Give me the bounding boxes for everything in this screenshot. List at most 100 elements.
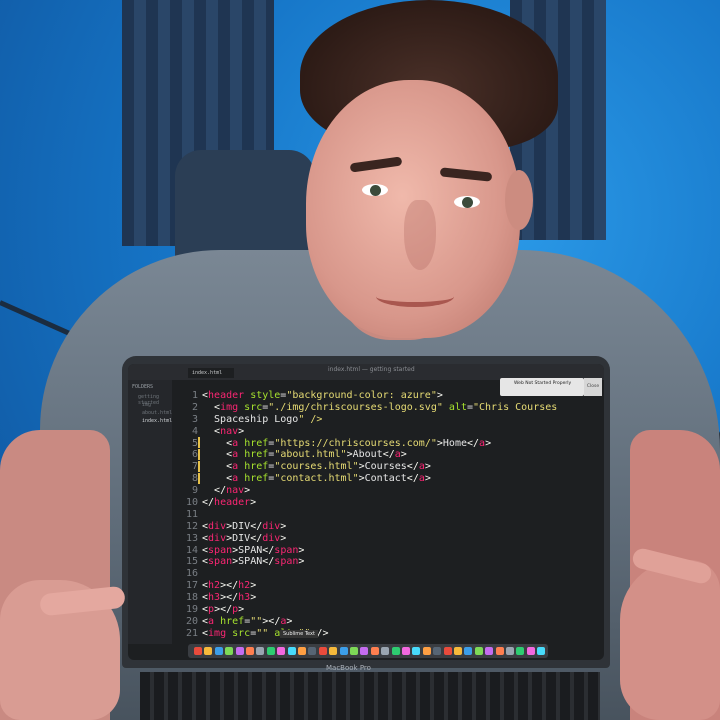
dock-app-icon[interactable] bbox=[360, 647, 369, 655]
line-number: 12 bbox=[185, 520, 198, 532]
dock-app-icon[interactable] bbox=[464, 647, 473, 655]
line-number: 6 bbox=[191, 449, 198, 461]
dock-app-icon[interactable] bbox=[298, 647, 306, 655]
dock-app-icon[interactable] bbox=[350, 647, 358, 655]
line-number: 20 bbox=[185, 615, 198, 627]
keyboard bbox=[140, 672, 600, 720]
dock-app-icon[interactable] bbox=[454, 647, 462, 655]
code-line: <div>DIV</div> bbox=[202, 520, 287, 532]
code-line: <div>DIV</div> bbox=[202, 532, 287, 544]
code-line: Spaceship Logo" /> bbox=[202, 413, 323, 425]
dock-app-icon[interactable] bbox=[526, 647, 535, 655]
person-ear bbox=[505, 170, 533, 230]
dock-app-icon[interactable] bbox=[266, 647, 275, 655]
line-number: 17 bbox=[185, 580, 198, 592]
code-line: </nav> bbox=[214, 485, 251, 497]
gutter-marker bbox=[198, 449, 200, 460]
code-area[interactable]: <header style="background-color: azure">… bbox=[202, 390, 598, 640]
dock-app-icon[interactable] bbox=[370, 647, 379, 655]
right-hand bbox=[620, 560, 720, 720]
dock-app-icon[interactable] bbox=[474, 647, 483, 655]
sidebar-item[interactable]: index.html bbox=[142, 418, 172, 424]
code-line: <img src="" alt="" /> bbox=[202, 627, 329, 639]
code-line: <header style="background-color: azure"> bbox=[202, 390, 443, 401]
dock bbox=[188, 644, 548, 658]
dock-app-icon[interactable] bbox=[277, 647, 286, 655]
dock-app-icon[interactable] bbox=[214, 647, 223, 655]
dock-app-icon[interactable] bbox=[422, 647, 431, 655]
laptop-screen: index.html — getting started index.html … bbox=[128, 364, 604, 660]
code-line: <a href="about.html">About</a> bbox=[226, 449, 407, 461]
dock-tooltip: Sublime Text bbox=[280, 630, 318, 638]
notification-text: Web Not Started Properly bbox=[514, 381, 572, 386]
code-line: <span>SPAN</span> bbox=[202, 556, 305, 568]
line-number: 7 bbox=[191, 461, 198, 473]
code-line: <img src="./img/chriscourses-logo.svg" a… bbox=[214, 401, 558, 413]
gutter-marker bbox=[198, 437, 200, 448]
dock-app-icon[interactable] bbox=[433, 647, 442, 655]
code-line: <a href="contact.html">Contact</a> bbox=[226, 473, 431, 485]
editor-tab[interactable]: index.html bbox=[188, 368, 234, 378]
dock-app-icon[interactable] bbox=[318, 647, 327, 655]
dock-app-icon[interactable] bbox=[225, 647, 234, 655]
sidebar-item[interactable]: img bbox=[142, 402, 151, 408]
dock-app-icon[interactable] bbox=[204, 647, 213, 655]
line-number: 21 bbox=[185, 627, 198, 639]
line-number-gutter: 1 2 3 4 5 6 7 8 9 10 11 12 13 14 15 16 17 18 19 20 21 bbox=[174, 390, 198, 640]
code-line: <a href="courses.html">Courses</a> bbox=[226, 461, 431, 473]
smile bbox=[376, 286, 454, 307]
dock-app-icon[interactable] bbox=[287, 647, 296, 655]
code-line: <h2></h2> bbox=[202, 580, 257, 592]
dock-app-icon[interactable] bbox=[506, 647, 514, 655]
line-number: 4 bbox=[191, 425, 198, 437]
code-line: <a href=""></a> bbox=[202, 615, 293, 627]
right-eye bbox=[454, 196, 480, 208]
gutter-marker bbox=[198, 473, 200, 484]
dock-app-icon[interactable] bbox=[381, 647, 390, 655]
line-number: 16 bbox=[185, 568, 198, 580]
line-number: 9 bbox=[191, 485, 198, 497]
dock-app-icon[interactable] bbox=[391, 647, 400, 655]
dock-app-icon[interactable] bbox=[402, 647, 410, 655]
line-number: 19 bbox=[185, 604, 198, 616]
dock-app-icon[interactable] bbox=[256, 647, 265, 655]
dock-app-icon[interactable] bbox=[537, 647, 546, 655]
dock-app-icon[interactable] bbox=[339, 647, 348, 655]
code-line: <a href="https://chriscourses.com/">Home… bbox=[226, 437, 492, 449]
gutter-marker bbox=[198, 461, 200, 472]
dock-app-icon[interactable] bbox=[194, 647, 202, 655]
line-number: 8 bbox=[191, 473, 198, 485]
code-line: </header> bbox=[202, 497, 257, 509]
line-number: 3 bbox=[191, 413, 198, 425]
code-line: <span>SPAN</span> bbox=[202, 544, 305, 556]
dock-app-icon[interactable] bbox=[329, 647, 338, 655]
dock-app-icon[interactable] bbox=[412, 647, 421, 655]
line-number: 11 bbox=[185, 508, 198, 520]
laptop-label: MacBook Pro bbox=[326, 664, 371, 672]
dock-app-icon[interactable] bbox=[308, 647, 317, 655]
line-number: 13 bbox=[185, 532, 198, 544]
line-number: 14 bbox=[185, 544, 198, 556]
line-number: 5 bbox=[191, 437, 198, 449]
nose bbox=[404, 200, 436, 270]
code-line: <p></p> bbox=[202, 604, 245, 616]
dock-app-icon[interactable] bbox=[495, 647, 504, 655]
dock-app-icon[interactable] bbox=[246, 647, 254, 655]
left-eye bbox=[362, 184, 388, 196]
sidebar-item[interactable]: about.html bbox=[142, 410, 172, 416]
code-line: <h3></h3> bbox=[202, 592, 257, 604]
line-number: 1 bbox=[191, 390, 198, 401]
line-number: 18 bbox=[185, 592, 198, 604]
editor-sidebar: FOLDERS getting started img about.html i… bbox=[128, 380, 172, 644]
dock-app-icon[interactable] bbox=[235, 647, 244, 655]
photo-scene: index.html — getting started index.html … bbox=[0, 0, 720, 720]
dock-app-icon[interactable] bbox=[516, 647, 525, 655]
editor-title: index.html — getting started bbox=[328, 366, 415, 373]
code-line: <nav> bbox=[214, 425, 245, 437]
dock-app-icon[interactable] bbox=[485, 647, 494, 655]
line-number: 10 bbox=[185, 497, 198, 509]
sidebar-header: FOLDERS bbox=[132, 384, 154, 390]
dock-app-icon[interactable] bbox=[443, 647, 452, 655]
